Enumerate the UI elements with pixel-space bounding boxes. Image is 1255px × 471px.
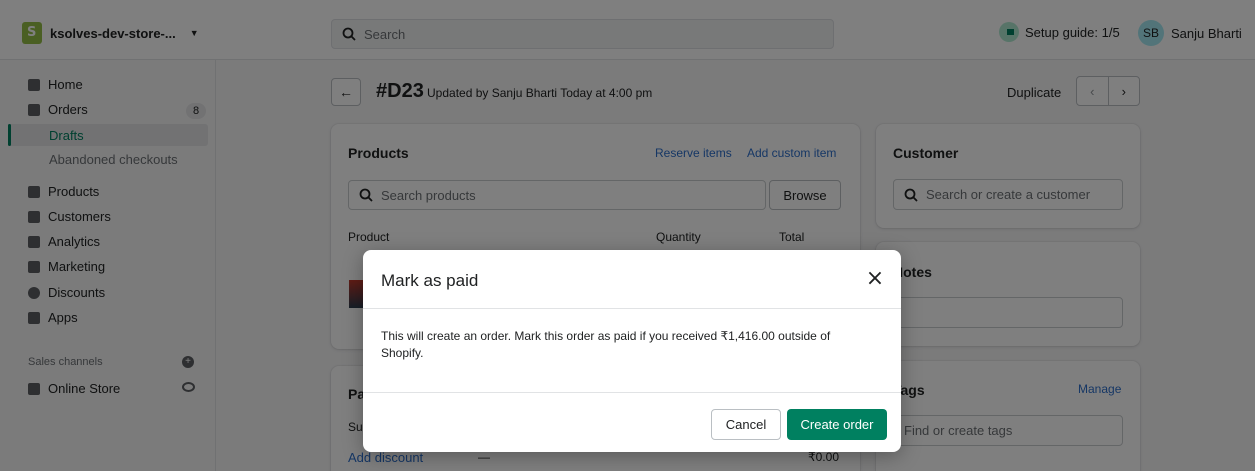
mark-as-paid-modal: Mark as paid × This will create an order… [363,250,901,452]
modal-body-text: This will create an order. Mark this ord… [381,329,831,360]
modal-footer: Cancel Create order [363,392,901,452]
create-order-button[interactable]: Create order [787,409,887,440]
modal-header: Mark as paid × [363,250,901,309]
modal-title: Mark as paid [381,271,479,290]
close-icon[interactable]: × [865,268,885,290]
cancel-button[interactable]: Cancel [711,409,781,440]
